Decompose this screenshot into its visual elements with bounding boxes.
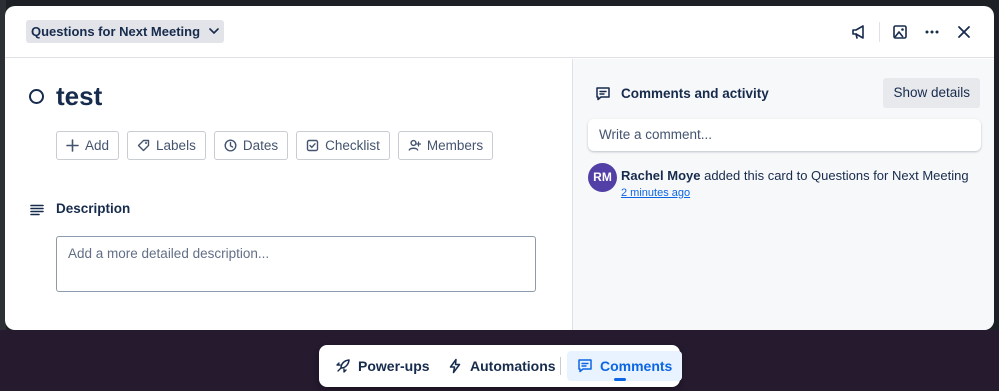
lightning-icon bbox=[449, 358, 461, 374]
cover-image-button[interactable] bbox=[884, 18, 916, 46]
description-heading: Description bbox=[56, 201, 131, 216]
card-actions: Add Labels Dates Checklist Members bbox=[56, 131, 494, 160]
rocket-icon bbox=[336, 359, 350, 373]
activity-timestamp-link[interactable]: 2 minutes ago bbox=[621, 187, 690, 199]
comments-button[interactable]: Comments bbox=[567, 351, 683, 381]
comment-icon bbox=[596, 87, 610, 101]
checklist-button[interactable]: Checklist bbox=[296, 131, 390, 160]
automations-button[interactable]: Automations bbox=[437, 351, 566, 381]
chevron-down-icon bbox=[209, 28, 219, 35]
activity-entry: Rachel Moye added this card to Questions… bbox=[621, 168, 969, 183]
members-button-label: Members bbox=[426, 138, 484, 153]
add-button[interactable]: Add bbox=[56, 131, 120, 160]
bottom-nav-bar: Power-ups Automations Comments bbox=[319, 345, 683, 387]
powerups-button[interactable]: Power-ups bbox=[325, 351, 440, 381]
card-title[interactable]: test bbox=[56, 81, 102, 112]
list-select-button[interactable]: Questions for Next Meeting bbox=[26, 20, 225, 43]
close-icon bbox=[958, 26, 970, 38]
clock-icon bbox=[224, 139, 237, 152]
labels-button[interactable]: Labels bbox=[127, 131, 206, 160]
dates-button-label: Dates bbox=[242, 138, 279, 153]
bottom-nav-divider bbox=[560, 357, 561, 375]
activity-text: added this card to Questions for Next Me… bbox=[700, 168, 969, 183]
avatar[interactable]: RM bbox=[588, 163, 617, 192]
header-divider bbox=[879, 22, 880, 42]
add-button-label: Add bbox=[85, 138, 110, 153]
modal-header: Questions for Next Meeting bbox=[5, 6, 994, 58]
more-icon bbox=[925, 30, 939, 34]
list-select-label: Questions for Next Meeting bbox=[31, 24, 201, 39]
comment-icon bbox=[578, 359, 592, 373]
description-icon bbox=[30, 204, 44, 216]
powerups-label: Power-ups bbox=[358, 358, 430, 374]
card-detail-modal: Questions for Next Meeting test Add Labe… bbox=[5, 6, 994, 330]
dates-button[interactable]: Dates bbox=[213, 131, 289, 160]
activity-heading: Comments and activity bbox=[621, 86, 769, 101]
close-button[interactable] bbox=[948, 18, 980, 46]
checklist-icon bbox=[306, 139, 319, 152]
labels-button-label: Labels bbox=[156, 138, 196, 153]
more-options-button[interactable] bbox=[916, 18, 948, 46]
mark-complete-checkbox[interactable] bbox=[29, 89, 44, 104]
image-icon bbox=[893, 25, 907, 39]
megaphone-icon bbox=[852, 25, 864, 39]
card-main-pane: test Add Labels Dates Checklist Members … bbox=[5, 59, 572, 330]
checklist-button-label: Checklist bbox=[325, 138, 380, 153]
comment-input[interactable]: Write a comment... bbox=[588, 119, 981, 151]
header-actions bbox=[843, 18, 980, 46]
automations-label: Automations bbox=[470, 358, 556, 374]
members-button[interactable]: Members bbox=[397, 131, 494, 160]
activity-user[interactable]: Rachel Moye bbox=[621, 168, 700, 183]
announcement-button[interactable] bbox=[843, 18, 875, 46]
activity-pane: Comments and activity Show details Write… bbox=[572, 59, 994, 330]
plus-icon bbox=[66, 139, 79, 152]
description-input[interactable]: Add a more detailed description... bbox=[56, 236, 536, 292]
comments-label: Comments bbox=[600, 358, 673, 374]
add-member-icon bbox=[408, 139, 421, 151]
show-details-button[interactable]: Show details bbox=[883, 78, 980, 108]
tag-icon bbox=[137, 139, 150, 152]
active-tab-indicator bbox=[614, 378, 626, 381]
